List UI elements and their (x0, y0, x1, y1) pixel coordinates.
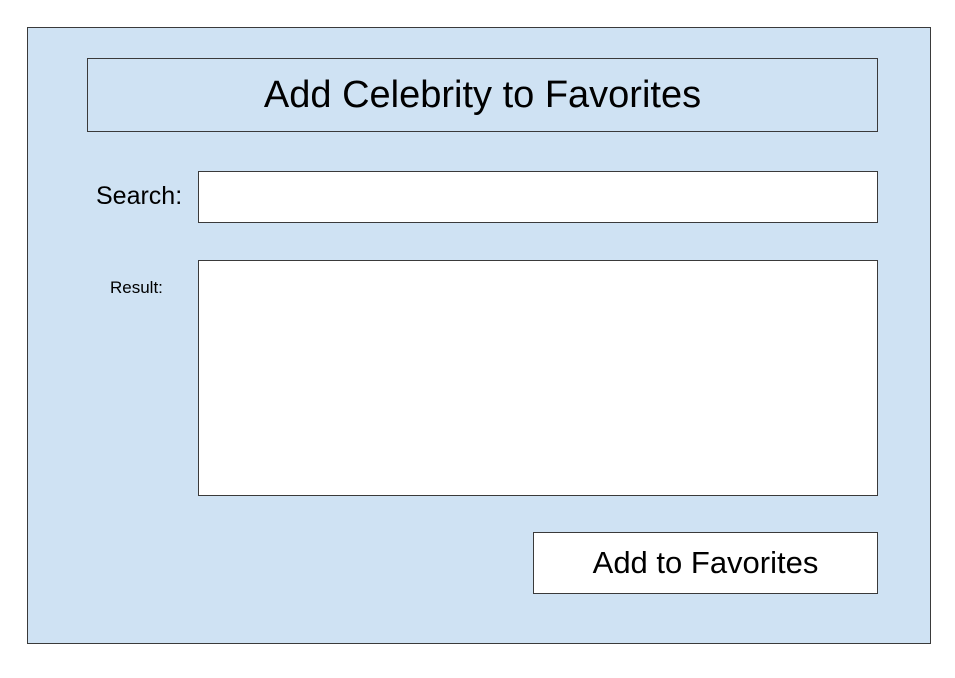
result-area[interactable] (198, 260, 878, 496)
result-label: Result: (110, 278, 163, 297)
add-to-favorites-button[interactable]: Add to Favorites (533, 532, 878, 594)
dialog-title: Add Celebrity to Favorites (87, 58, 878, 132)
search-label: Search: (96, 182, 183, 210)
search-input[interactable] (198, 171, 878, 223)
add-celebrity-dialog: Add Celebrity to Favorites Search: Resul… (27, 27, 931, 644)
